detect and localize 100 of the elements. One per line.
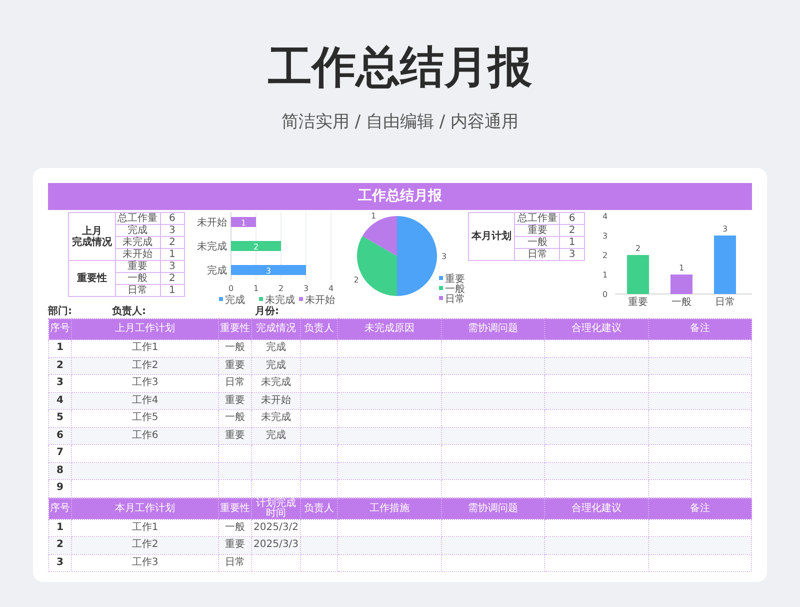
data-label: 1 — [371, 211, 376, 220]
table-cell: 3 — [160, 260, 184, 272]
legend-swatch — [439, 286, 444, 290]
column-header: 重要性 — [218, 498, 252, 519]
page-subtitle: 简洁实用 / 自由编辑 / 内容通用 — [280, 111, 520, 134]
legend-label: 未开始 — [304, 295, 335, 306]
column-header: 备注 — [648, 318, 752, 340]
data-label: 3 — [266, 266, 271, 276]
table-cell: 完成 — [252, 427, 300, 444]
table-cell — [300, 480, 338, 497]
table-cell: 重要 — [514, 224, 560, 236]
table-cell: 工作3 — [72, 554, 218, 572]
axis-label: 未开始 — [196, 218, 227, 228]
column-header: 重要性 — [218, 318, 252, 340]
tick-label: 2 — [278, 284, 284, 293]
table-cell: 2 — [48, 536, 72, 554]
table-cell: 总工作量 — [115, 212, 160, 224]
table-cell — [252, 480, 300, 497]
table-cell: 工作6 — [72, 427, 218, 444]
tick-label: 1 — [602, 270, 608, 280]
legend-label: 未完成 — [264, 295, 295, 306]
column-header: 需协调问题 — [441, 318, 544, 340]
bar — [670, 274, 692, 294]
table-cell: 重要 — [218, 536, 252, 554]
axis-label: 完成 — [206, 266, 227, 276]
column-header: 负责人 — [300, 498, 338, 519]
table-cell: 日常 — [218, 554, 252, 572]
table-cell: 3 — [560, 248, 584, 260]
field-label: 部门: — [48, 306, 73, 318]
column-header: 合理化建议 — [544, 498, 648, 519]
data-label: 1 — [678, 264, 684, 272]
table-cell — [252, 554, 300, 572]
table-cell: 未开始 — [115, 248, 160, 260]
table-cell: 2 — [48, 357, 72, 374]
legend-label: 一般 — [445, 284, 466, 295]
tick-label: 2 — [602, 251, 608, 260]
legend-swatch — [439, 296, 444, 300]
tick-label: 0 — [228, 284, 234, 293]
table-cell — [300, 536, 338, 554]
data-label: 3 — [442, 252, 447, 261]
table-cell: 2 — [160, 272, 184, 284]
bar — [230, 217, 256, 227]
table-cell: 重要 — [218, 427, 252, 444]
table-cell: 1 — [160, 284, 184, 296]
tick-label: 4 — [328, 284, 334, 293]
table-cell: 一般 — [514, 236, 560, 248]
table-cell — [300, 427, 338, 444]
table-cell: 未开始 — [252, 392, 300, 410]
table-cell: 3 — [48, 554, 72, 572]
table-cell — [300, 462, 338, 480]
table-cell: 3 — [160, 224, 184, 236]
axis-label: 未完成 — [196, 242, 227, 252]
table-cell: 日常 — [514, 248, 560, 260]
column-header: 备注 — [648, 498, 752, 519]
group-label: 重要性 — [68, 260, 116, 296]
legend-swatch — [258, 297, 263, 301]
table-cell: 8 — [48, 462, 72, 480]
table-cell: 6 — [560, 212, 584, 224]
table-cell — [218, 480, 252, 497]
table-cell: 工作2 — [72, 536, 218, 554]
data-label: 2 — [253, 242, 258, 252]
axis-label: 一般 — [671, 297, 692, 306]
tick-label: 3 — [602, 232, 608, 240]
legend-swatch — [298, 297, 303, 301]
table-cell — [300, 357, 338, 374]
sheet-title: 工作总结月报 — [48, 183, 752, 210]
column-header: 需协调问题 — [441, 498, 544, 519]
field-label: 负责人: — [112, 306, 147, 318]
column-header: 上月工作计划 — [72, 318, 218, 340]
page-title: 工作总结月报 — [267, 41, 533, 95]
table-cell: 2 — [160, 236, 184, 248]
column-header: 未完成原因 — [338, 318, 441, 340]
legend-swatch — [439, 276, 444, 280]
tick-label: 0 — [602, 290, 608, 299]
tick-label: 3 — [303, 284, 308, 293]
table-cell: 日常 — [115, 284, 160, 296]
data-label: 2 — [354, 276, 360, 284]
legend-label: 日常 — [445, 294, 466, 305]
legend-label: 重要 — [445, 274, 466, 285]
column-header: 合理化建议 — [544, 318, 648, 340]
table-cell — [300, 554, 338, 572]
column-header: 序号 — [48, 318, 72, 340]
table-cell — [252, 462, 300, 480]
table-cell: 2 — [560, 224, 584, 236]
group-label: 上月 完成情况 — [68, 212, 116, 260]
legend-swatch — [218, 297, 223, 301]
table-cell: 工作2 — [72, 357, 218, 374]
column-header: 序号 — [48, 498, 72, 519]
data-label: 3 — [722, 224, 728, 234]
field-label: 月份: — [255, 306, 279, 318]
table-cell: 完成 — [115, 224, 160, 236]
bar — [714, 236, 736, 294]
table-cell: 2025/3/3 — [252, 536, 300, 554]
legend-label: 完成 — [224, 295, 245, 306]
column-header: 完成情况 — [252, 318, 300, 340]
table-cell: 未完成 — [115, 236, 160, 248]
table-cell: 1 — [560, 236, 584, 248]
column-header: 计划完成时间 — [252, 498, 300, 519]
group-label: 本月计划 — [468, 212, 515, 260]
table-cell: 重要 — [115, 260, 160, 272]
